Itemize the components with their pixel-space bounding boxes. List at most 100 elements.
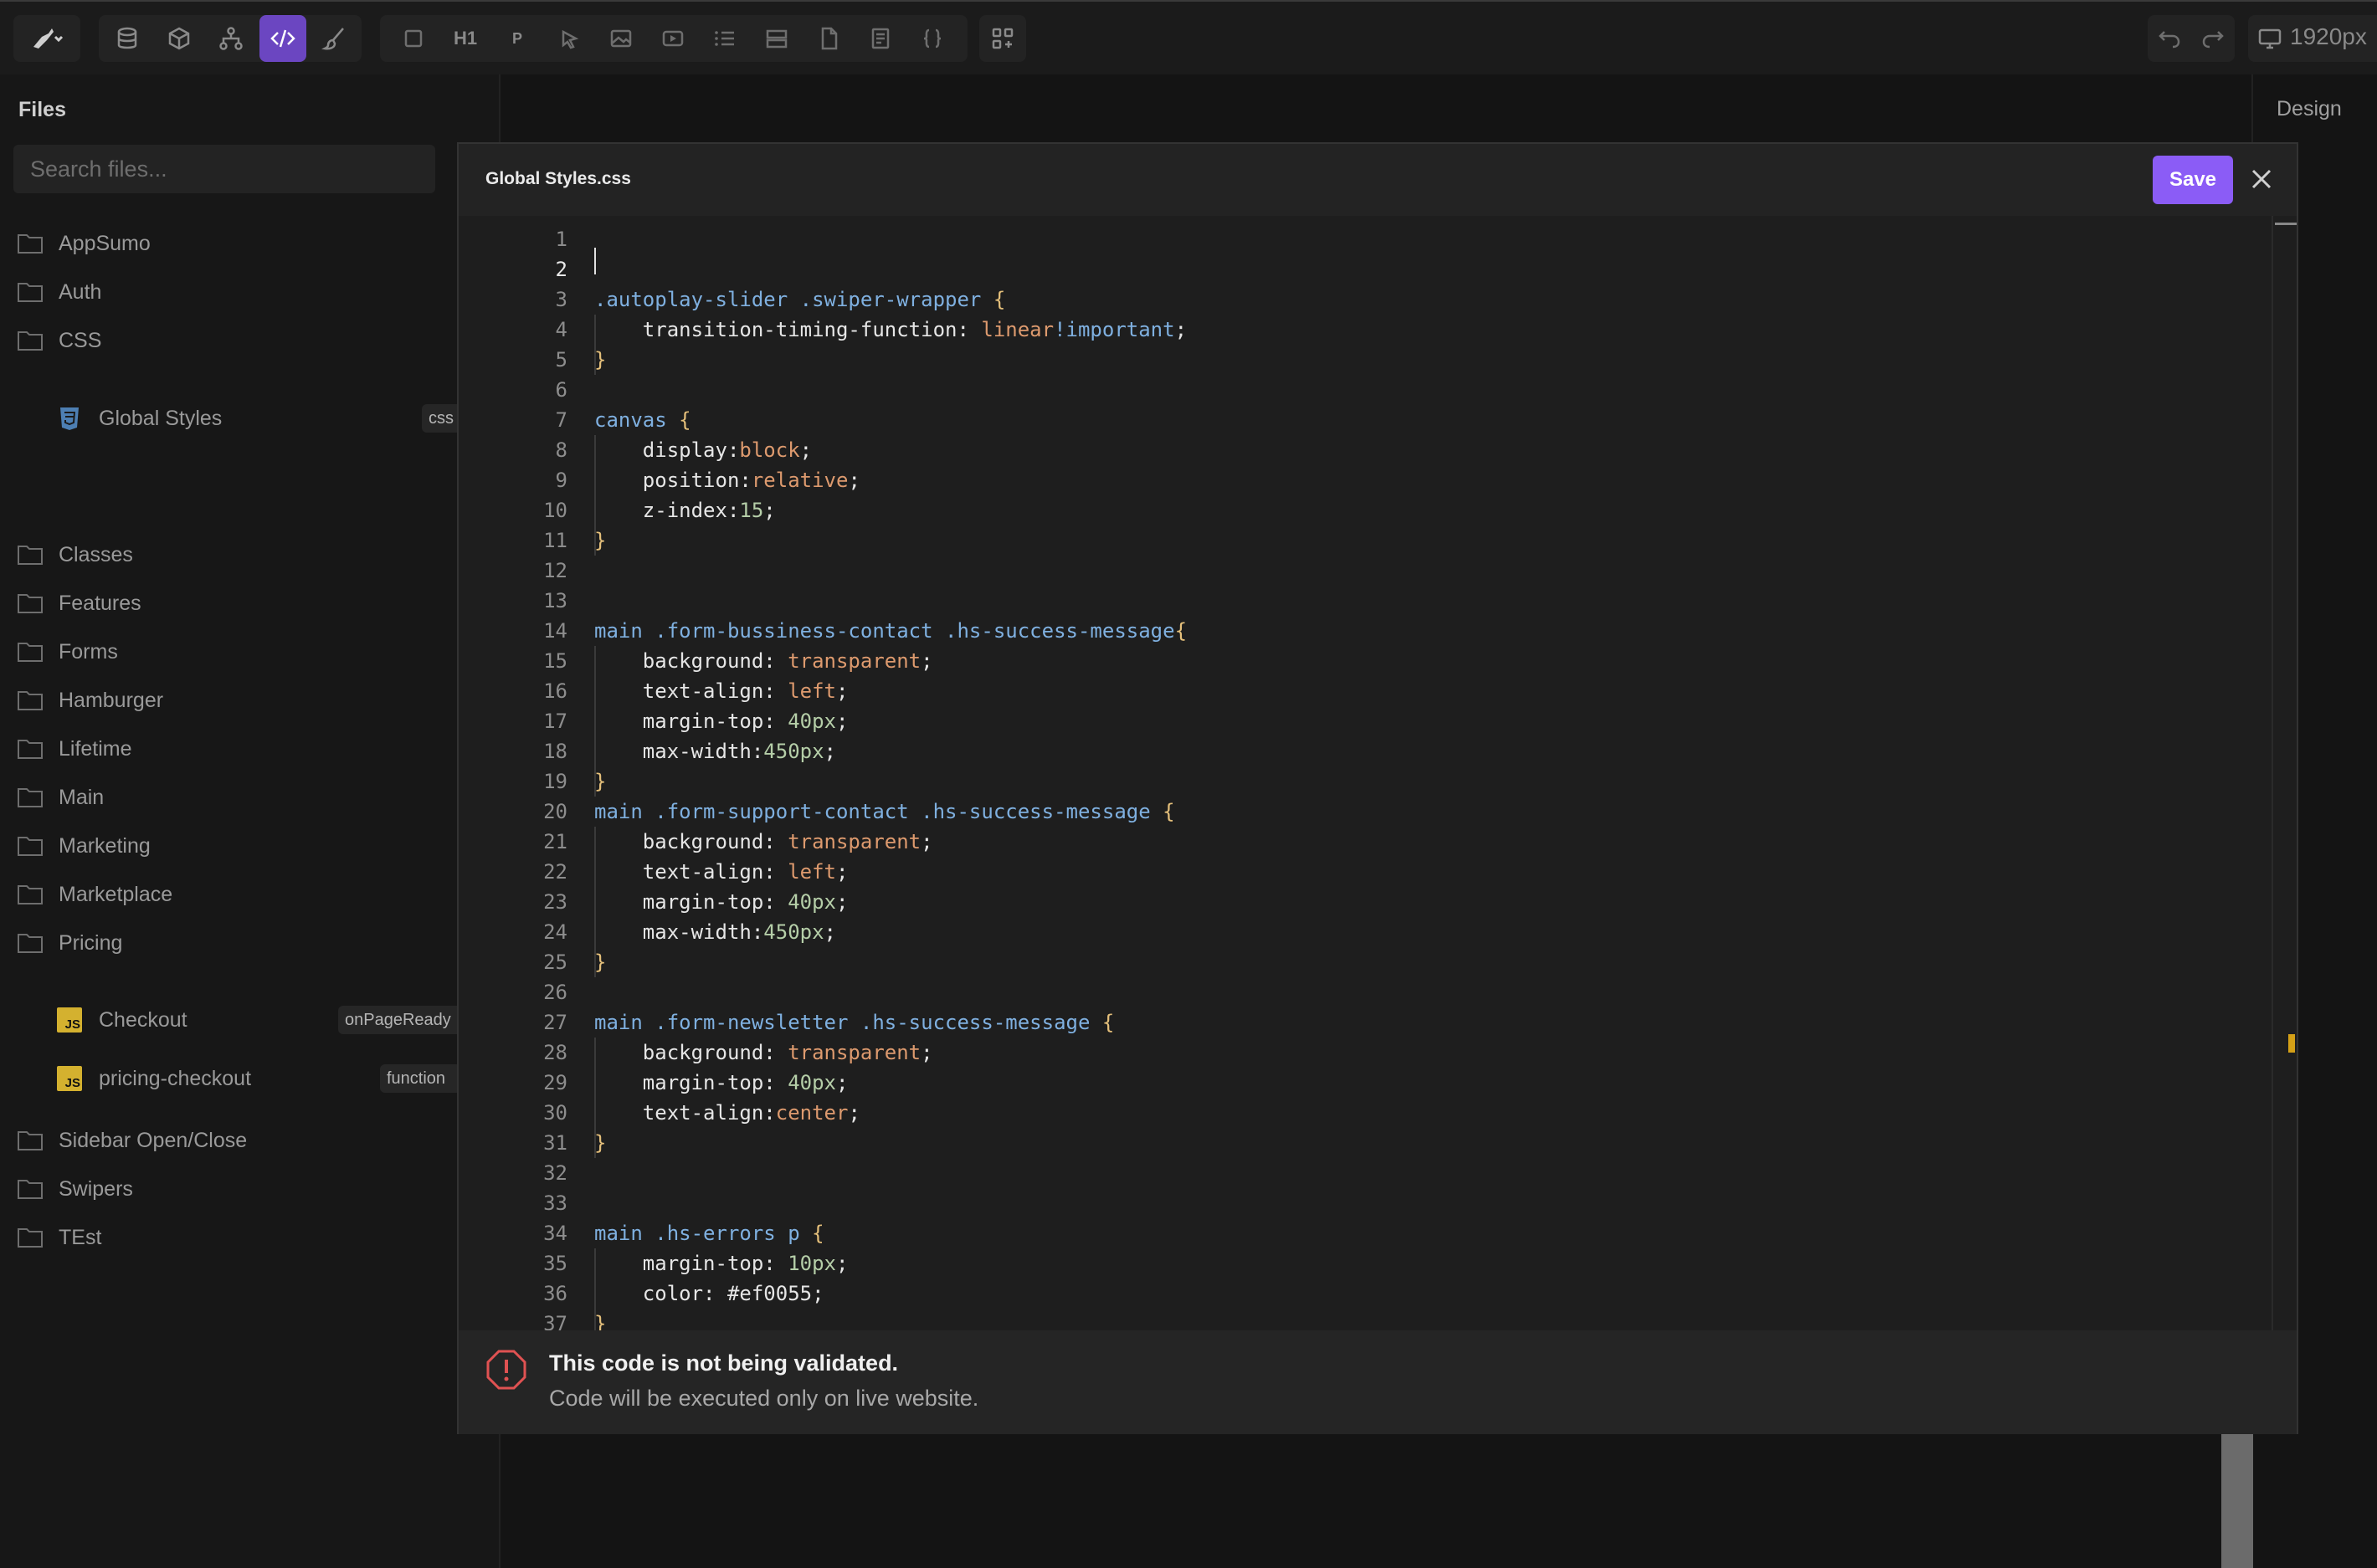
file-pricing-checkout[interactable]: JS pricing-checkout xyxy=(57,1060,251,1097)
code-token: main .form-support-contact .hs-success-m… xyxy=(594,800,1163,823)
file-checkout[interactable]: JS Checkout xyxy=(57,1002,187,1038)
brush-logo-icon xyxy=(33,28,64,49)
paintbrush-icon xyxy=(321,28,344,50)
folder-appsumo[interactable]: AppSumo xyxy=(17,227,151,260)
code-token: ; xyxy=(921,830,933,853)
code-token: } xyxy=(594,348,607,372)
code-token: 40px xyxy=(788,710,836,733)
code-token: block xyxy=(739,438,800,462)
database-icon xyxy=(117,27,137,49)
tab-design[interactable]: Design xyxy=(2277,97,2342,121)
code-line: margin-top: 10px; xyxy=(594,1248,849,1278)
line-number: 26 xyxy=(543,981,567,1004)
style-button[interactable] xyxy=(311,15,358,62)
folder-icon xyxy=(18,331,43,351)
add-paragraph-button[interactable]: P xyxy=(494,15,541,62)
code-line: color: #ef0055; xyxy=(594,1278,824,1309)
folder-auth[interactable]: Auth xyxy=(17,275,101,309)
folder-sidebar-open-close[interactable]: Sidebar Open/Close xyxy=(17,1124,247,1157)
folder-classes[interactable]: Classes xyxy=(17,538,133,571)
folder-label: Sidebar Open/Close xyxy=(59,1128,248,1152)
code-line: display:block; xyxy=(594,435,812,465)
add-image-button[interactable] xyxy=(598,15,644,62)
folder-pricing[interactable]: Pricing xyxy=(17,926,122,960)
folder-marketing[interactable]: Marketing xyxy=(17,829,151,863)
folder-icon xyxy=(18,1131,43,1150)
code-button[interactable] xyxy=(259,15,306,62)
panels-group xyxy=(99,15,362,62)
folder-label: Auth xyxy=(59,279,102,304)
folder-swipers[interactable]: Swipers xyxy=(17,1172,133,1206)
code-line: text-align: left; xyxy=(594,676,849,706)
add-link-button[interactable] xyxy=(546,15,593,62)
code-token: text-align: xyxy=(594,679,788,703)
breakpoint-width-label[interactable]: 1920px xyxy=(2290,23,2367,50)
file-icon xyxy=(821,27,838,50)
code-token: ; xyxy=(763,499,776,522)
cube-icon xyxy=(168,27,190,50)
line-number: 8 xyxy=(555,438,567,462)
folder-lifetime[interactable]: Lifetime xyxy=(17,732,132,766)
apps-button[interactable] xyxy=(979,15,1026,62)
code-token: ; xyxy=(835,1071,849,1094)
right-panel-divider xyxy=(2251,74,2253,143)
database-button[interactable] xyxy=(104,15,151,62)
line-number: 12 xyxy=(543,559,567,582)
code-token: main .form-bussiness-contact .hs-success… xyxy=(594,619,1175,643)
image-icon xyxy=(610,29,632,48)
file-global-styles[interactable]: Global Styles xyxy=(57,400,222,437)
code-line: main .hs-errors p { xyxy=(594,1218,824,1248)
folder-forms[interactable]: Forms xyxy=(17,635,118,669)
line-number: 2 xyxy=(555,258,567,281)
code-token: ; xyxy=(835,679,849,703)
workflow-button[interactable] xyxy=(208,15,254,62)
close-button[interactable] xyxy=(2245,162,2278,196)
add-section-button[interactable] xyxy=(753,15,800,62)
js-file-icon: JS xyxy=(57,1066,82,1091)
folder-main[interactable]: Main xyxy=(17,781,104,814)
line-number: 32 xyxy=(543,1161,567,1185)
code-token: { xyxy=(812,1222,824,1245)
code-line: margin-top: 40px; xyxy=(594,887,849,917)
redo-button[interactable] xyxy=(2191,15,2235,62)
undo-button[interactable] xyxy=(2148,15,2191,62)
code-editor[interactable]: 1 2 3 4 5 6 7 8 9 10 11 12 13 14 15 16 17 18 19 20 21 22 23 24 2… xyxy=(459,216,2297,1330)
logo-menu-button[interactable] xyxy=(13,15,80,62)
line-number: 17 xyxy=(543,710,567,733)
code-token: margin-top: xyxy=(594,890,788,914)
square-icon xyxy=(404,29,423,48)
folder-test[interactable]: TEst xyxy=(17,1221,101,1254)
file-label: pricing-checkout xyxy=(99,1066,252,1090)
code-token: display: xyxy=(594,438,740,462)
editor-scrollbar-track[interactable] xyxy=(2272,216,2273,1330)
add-list-button[interactable] xyxy=(701,15,748,62)
code-line: main .form-newsletter .hs-success-messag… xyxy=(594,1007,1114,1038)
code-token: ; xyxy=(848,1101,860,1125)
folder-marketplace[interactable]: Marketplace xyxy=(17,878,172,911)
file-label: Checkout xyxy=(99,1007,187,1032)
save-button[interactable]: Save xyxy=(2153,156,2233,204)
code-token: transparent xyxy=(788,1041,922,1064)
code-line: max-width:450px; xyxy=(594,917,836,947)
add-heading-button[interactable]: H1 xyxy=(442,15,489,62)
add-code-embed-button[interactable] xyxy=(909,15,956,62)
folder-css[interactable]: CSS xyxy=(17,324,101,357)
line-number: 9 xyxy=(555,469,567,492)
code-token: main .hs-errors p xyxy=(594,1222,813,1245)
editor-scrollbar-thumb[interactable] xyxy=(2275,223,2297,225)
add-video-button[interactable] xyxy=(649,15,696,62)
components-button[interactable] xyxy=(156,15,203,62)
video-icon xyxy=(662,30,684,47)
folder-hamburger[interactable]: Hamburger xyxy=(17,684,163,717)
folder-label: Main xyxy=(59,785,105,809)
add-file-button[interactable] xyxy=(805,15,852,62)
redo-icon xyxy=(2202,31,2224,49)
indent-guide xyxy=(594,646,596,797)
add-form-button[interactable] xyxy=(857,15,904,62)
add-box-button[interactable] xyxy=(390,15,437,62)
elements-group: H1 P xyxy=(380,15,968,62)
folder-features[interactable]: Features xyxy=(17,587,141,620)
canvas-scrollbar[interactable] xyxy=(2221,1434,2253,1568)
folder-label: Classes xyxy=(59,542,133,566)
search-files-input[interactable] xyxy=(13,145,435,193)
